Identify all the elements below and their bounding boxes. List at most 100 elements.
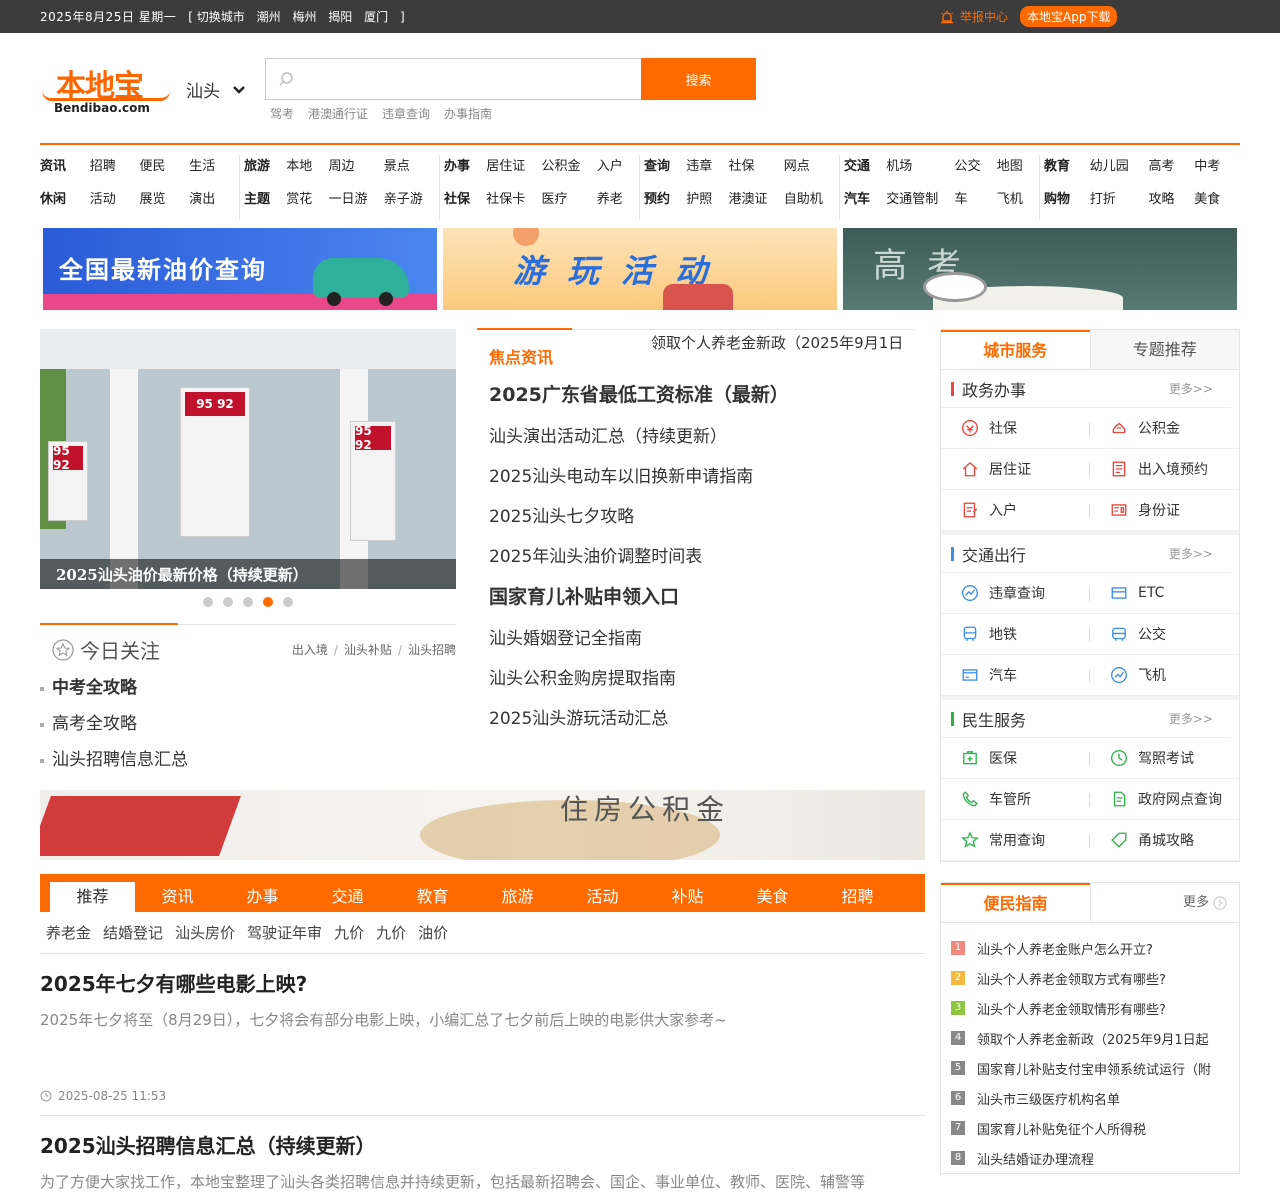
guide-more-link[interactable]: 更多: [1089, 883, 1239, 922]
nav-link[interactable]: 高考: [1149, 155, 1179, 174]
slider-dot[interactable]: [243, 597, 253, 607]
report-center-link[interactable]: 举报中心: [940, 8, 1008, 25]
focus-news-item[interactable]: 2025汕头七夕攻略: [489, 497, 915, 537]
category-tab[interactable]: 推荐: [50, 882, 135, 912]
nav-link[interactable]: 居住证: [486, 155, 525, 174]
nav-link[interactable]: 港澳证: [728, 188, 767, 207]
sub-tag-link[interactable]: 结婚登记: [103, 922, 163, 943]
nav-link[interactable]: 公积金: [541, 155, 580, 174]
housing-fund-banner[interactable]: 住房公积金: [40, 790, 925, 860]
service-item[interactable]: 政府网点查询: [1090, 779, 1239, 820]
gaokao-banner[interactable]: 高考: [843, 228, 1237, 310]
focus-news-item[interactable]: 国家育儿补贴申领入口: [489, 577, 915, 619]
nav-link[interactable]: 医疗: [541, 188, 580, 207]
nav-link[interactable]: 查询: [644, 155, 670, 174]
nav-link[interactable]: 教育: [1044, 155, 1074, 174]
nav-link[interactable]: 打折: [1090, 188, 1133, 207]
guide-item[interactable]: 6 汕头市三级医疗机构名单: [951, 1083, 1239, 1113]
service-item[interactable]: 入户: [941, 490, 1090, 531]
nav-link[interactable]: 购物: [1044, 188, 1074, 207]
nav-link[interactable]: 亲子游: [384, 188, 423, 207]
service-item[interactable]: 车管所: [941, 779, 1090, 820]
focus-news-item[interactable]: 2025年汕头油价调整时间表: [489, 537, 915, 577]
slider-dot[interactable]: [283, 597, 293, 607]
city-link[interactable]: 揭阳: [328, 10, 352, 24]
category-tab[interactable]: 交通: [305, 882, 390, 912]
switch-city-link[interactable]: [ 切换城市: [188, 10, 245, 24]
nav-link[interactable]: 养老: [597, 188, 623, 207]
nav-link[interactable]: 赏花: [286, 188, 312, 207]
focus-news-item[interactable]: 2025汕头电动车以旧换新申请指南: [489, 457, 915, 497]
app-download-button[interactable]: 本地宝App下载: [1020, 6, 1118, 27]
service-more-link[interactable]: 更多>>: [1169, 380, 1213, 397]
nav-link[interactable]: 自助机: [784, 188, 823, 207]
nav-link[interactable]: 中考: [1194, 155, 1224, 174]
slider-dot[interactable]: [203, 597, 213, 607]
service-item[interactable]: ETC: [1090, 573, 1239, 614]
current-city-dropdown[interactable]: 汕头: [186, 77, 246, 102]
nav-link[interactable]: 景点: [384, 155, 423, 174]
city-link[interactable]: 潮州: [257, 10, 281, 24]
slide-image[interactable]: 95 92 95 92 95 92 2025汕头油价最新价格（持续更新）: [40, 329, 456, 589]
nav-link[interactable]: 入户: [597, 155, 623, 174]
city-link[interactable]: 梅州: [292, 10, 316, 24]
category-tab[interactable]: 资讯: [135, 882, 220, 912]
nav-link[interactable]: 一日游: [328, 188, 367, 207]
today-focus-item[interactable]: 高考全攻略: [40, 706, 456, 742]
sub-tag-link[interactable]: 九价: [376, 922, 406, 943]
service-item[interactable]: 出入境预约: [1090, 449, 1239, 490]
guide-item[interactable]: 2 汕头个人养老金领取方式有哪些?: [951, 963, 1239, 993]
nav-link[interactable]: 社保卡: [486, 188, 525, 207]
sub-tag-link[interactable]: 汕头房价: [175, 922, 235, 943]
nav-link[interactable]: 护照: [686, 188, 712, 207]
nav-link[interactable]: 招聘: [90, 155, 124, 174]
tab-topic-recommend[interactable]: 专题推荐: [1089, 330, 1239, 369]
focus-news-title[interactable]: 焦点资讯: [477, 328, 572, 367]
service-item[interactable]: 汽车: [941, 655, 1090, 696]
today-link[interactable]: 汕头招聘: [408, 643, 456, 657]
service-item[interactable]: 飞机: [1090, 655, 1239, 696]
oil-price-banner[interactable]: 全国最新油价查询: [43, 228, 437, 310]
nav-link[interactable]: 机场: [886, 155, 938, 174]
nav-link[interactable]: 网点: [784, 155, 823, 174]
focus-news-item[interactable]: 汕头演出活动汇总（持续更新）: [489, 417, 915, 457]
sub-tag-link[interactable]: 驾驶证年审: [247, 922, 322, 943]
guide-item[interactable]: 5 国家育儿补贴支付宝申领系统试运行（附: [951, 1053, 1239, 1083]
nav-link[interactable]: 违章: [686, 155, 712, 174]
nav-link[interactable]: 旅游: [244, 155, 270, 174]
today-link[interactable]: 汕头补贴: [344, 643, 392, 657]
nav-link[interactable]: 公交: [954, 155, 980, 174]
nav-link[interactable]: 活动: [90, 188, 124, 207]
sub-tag-link[interactable]: 九价: [334, 922, 364, 943]
nav-link[interactable]: 本地: [286, 155, 312, 174]
service-item[interactable]: 公积金: [1090, 408, 1239, 449]
nav-link[interactable]: 交通: [844, 155, 870, 174]
nav-link[interactable]: 演出: [189, 188, 223, 207]
hot-word-link[interactable]: 办事指南: [444, 105, 492, 122]
nav-link[interactable]: 地图: [997, 155, 1023, 174]
nav-link[interactable]: 休闲: [40, 188, 74, 207]
activities-banner[interactable]: 游玩活动: [443, 228, 837, 310]
sub-tag-link[interactable]: 养老金: [46, 922, 91, 943]
hot-word-link[interactable]: 港澳通行证: [308, 105, 368, 122]
service-item[interactable]: 常用查询: [941, 820, 1090, 861]
nav-link[interactable]: 办事: [444, 155, 470, 174]
category-tab[interactable]: 活动: [560, 882, 645, 912]
category-tab[interactable]: 办事: [220, 882, 305, 912]
nav-link[interactable]: 展览: [139, 188, 173, 207]
nav-link[interactable]: 交通管制: [886, 188, 938, 207]
today-focus-item[interactable]: 中考全攻略: [40, 670, 456, 706]
site-logo[interactable]: 本地宝 Bendibao.com: [40, 61, 170, 117]
service-item[interactable]: 社保: [941, 408, 1090, 449]
focus-news-item[interactable]: 2025广东省最低工资标准（最新）: [489, 375, 915, 417]
slide-caption[interactable]: 2025汕头油价最新价格（持续更新）: [40, 559, 456, 589]
nav-link[interactable]: 生活: [189, 155, 223, 174]
focus-news-item[interactable]: 2025汕头游玩活动汇总: [489, 699, 915, 739]
city-link[interactable]: 厦门: [364, 10, 388, 24]
guide-item[interactable]: 8 汕头结婚证办理流程: [951, 1143, 1239, 1173]
category-tab[interactable]: 补贴: [645, 882, 730, 912]
nav-link[interactable]: 资讯: [40, 155, 74, 174]
guide-item[interactable]: 1 汕头个人养老金账户怎么开立?: [951, 933, 1239, 963]
article-title[interactable]: 2025年七夕有哪些电影上映?: [40, 968, 925, 997]
category-tab[interactable]: 教育: [390, 882, 475, 912]
